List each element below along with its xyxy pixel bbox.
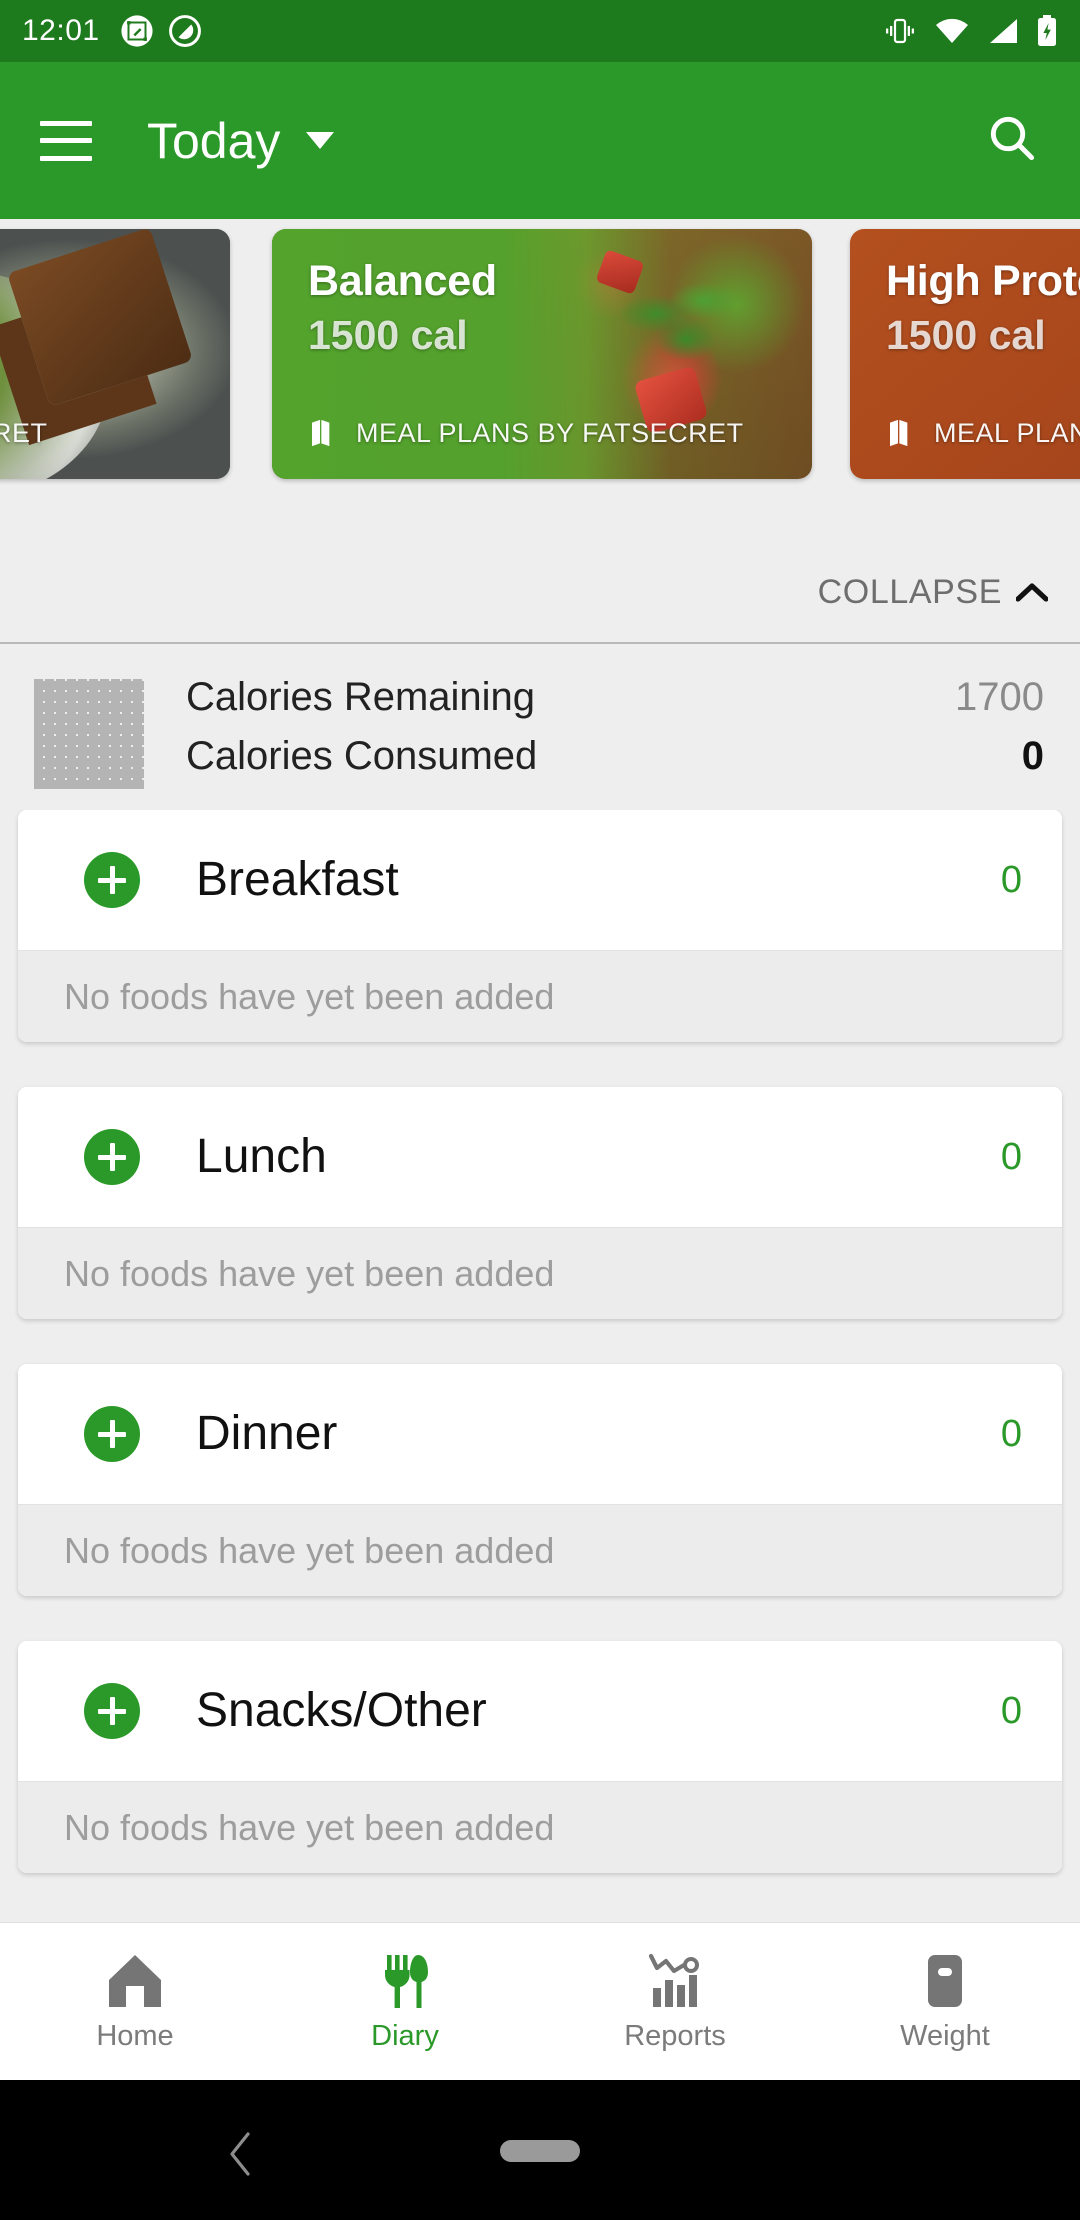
- android-navigation-bar: [0, 2080, 1080, 2220]
- cellular-signal-icon: [990, 19, 1017, 43]
- plus-icon[interactable]: [84, 1406, 140, 1462]
- collapse-label: COLLAPSE: [817, 572, 1002, 611]
- meal-plan-footer: MEAL PLANS: [886, 417, 1080, 449]
- nav-label: Weight: [900, 2020, 990, 2052]
- home-icon: [109, 1955, 161, 2007]
- meal-plan-calories: 1500 cal: [886, 312, 1046, 359]
- nav-label: Diary: [371, 2020, 439, 2052]
- meal-list[interactable]: Breakfast 0 No foods have yet been added…: [0, 810, 1080, 1915]
- meal-card-dinner[interactable]: Dinner 0 No foods have yet been added: [18, 1364, 1062, 1596]
- chevron-down-icon[interactable]: [306, 132, 335, 149]
- nav-label: Home: [96, 2020, 174, 2052]
- map-icon: [312, 419, 330, 447]
- meal-card-header[interactable]: Snacks/Other 0: [18, 1641, 1062, 1781]
- bottom-navigation[interactable]: Home Diary Reports Weight: [0, 1922, 1080, 2080]
- meal-card-header[interactable]: Lunch 0: [18, 1087, 1062, 1227]
- plus-icon[interactable]: [84, 852, 140, 908]
- meal-card-header[interactable]: Dinner 0: [18, 1364, 1062, 1504]
- meal-plan-card[interactable]: an FATSECRET: [0, 229, 230, 479]
- meal-plan-footer-label: FATSECRET: [0, 418, 48, 448]
- cutlery-icon: [385, 1955, 428, 2008]
- meal-calories: 0: [1000, 1689, 1022, 1732]
- meal-calories: 0: [1000, 1135, 1022, 1178]
- status-bar: 12:01: [0, 0, 1080, 62]
- chevron-up-icon: [1016, 583, 1048, 602]
- meal-card-body: No foods have yet been added: [18, 950, 1062, 1042]
- calories-remaining-value: 1700: [955, 675, 1044, 719]
- nav-item-reports[interactable]: Reports: [540, 1923, 810, 2080]
- calorie-summary-row: Calories Remaining 1700: [186, 675, 1044, 734]
- meal-plan-footer: FATSECRET: [0, 418, 48, 449]
- battery-charging-icon: [1038, 15, 1056, 46]
- meal-card-breakfast[interactable]: Breakfast 0 No foods have yet been added: [18, 810, 1062, 1042]
- plus-icon[interactable]: [84, 1129, 140, 1185]
- meal-plan-card-content: an FATSECRET: [0, 229, 230, 479]
- meal-calories: 0: [1000, 1412, 1022, 1455]
- meal-plan-card[interactable]: Balanced 1500 cal MEAL PLANS BY FATSECRE…: [272, 229, 812, 479]
- meal-empty-text: No foods have yet been added: [64, 975, 555, 1017]
- search-icon[interactable]: [984, 110, 1040, 171]
- hamburger-menu-icon[interactable]: [40, 120, 92, 161]
- map-icon: [890, 419, 908, 447]
- status-bar-clock: 12:01: [22, 14, 100, 47]
- meal-plan-title: High Protein: [886, 257, 1080, 305]
- collapse-button[interactable]: COLLAPSE: [0, 555, 1080, 629]
- meal-plan-title: Balanced: [308, 257, 497, 305]
- nav-item-diary[interactable]: Diary: [270, 1923, 540, 2080]
- calorie-summary-row: Calories Consumed 0: [186, 734, 1044, 793]
- meal-plan-calories: 1500 cal: [308, 312, 468, 359]
- meal-card-snacks-other[interactable]: Snacks/Other 0 No foods have yet been ad…: [18, 1641, 1062, 1873]
- phone-screen: 12:01 Today RET Balanced 1500 cal MEAL P…: [0, 0, 1080, 2220]
- meal-plan-title: an: [0, 257, 230, 306]
- home-pill-indicator[interactable]: [500, 2140, 580, 2162]
- calories-remaining-label: Calories Remaining: [186, 675, 536, 719]
- meal-plan-card-content: High Protein 1500 cal MEAL PLANS: [850, 229, 1080, 479]
- meal-name: Snacks/Other: [196, 1684, 487, 1737]
- calorie-summary[interactable]: Calories Remaining 1700 Calories Consume…: [0, 653, 1080, 801]
- nav-item-home[interactable]: Home: [0, 1923, 270, 2080]
- meal-calories: 0: [1000, 858, 1022, 901]
- meal-name: Dinner: [196, 1407, 338, 1460]
- app-bar: Today: [0, 62, 1080, 219]
- meal-card-header[interactable]: Breakfast 0: [18, 810, 1062, 950]
- vibrate-icon: [886, 18, 914, 44]
- plus-icon[interactable]: [84, 1683, 140, 1739]
- page-title[interactable]: Today: [147, 116, 280, 166]
- meal-name: Breakfast: [196, 853, 399, 906]
- calorie-summary-rows: Calories Remaining 1700 Calories Consume…: [186, 675, 1044, 793]
- meal-empty-text: No foods have yet been added: [64, 1529, 555, 1571]
- nav-item-weight[interactable]: Weight: [810, 1923, 1080, 2080]
- meal-name: Lunch: [196, 1130, 327, 1183]
- wifi-icon: [936, 18, 968, 43]
- calories-consumed-value: 0: [1021, 734, 1044, 778]
- meal-card-lunch[interactable]: Lunch 0 No foods have yet been added: [18, 1087, 1062, 1319]
- status-bar-notification-icons: [120, 14, 202, 48]
- back-chevron-icon[interactable]: [222, 2130, 256, 2178]
- calories-consumed-label: Calories Consumed: [186, 734, 538, 778]
- placeholder-image-icon: [34, 679, 144, 789]
- meal-plan-card-content: Balanced 1500 cal MEAL PLANS BY FATSECRE…: [272, 229, 812, 479]
- meal-plan-footer-label: MEAL PLANS BY FATSECRET: [356, 417, 744, 448]
- meal-empty-text: No foods have yet been added: [64, 1806, 555, 1848]
- meal-card-body: No foods have yet been added: [18, 1227, 1062, 1319]
- meal-empty-text: No foods have yet been added: [64, 1252, 555, 1294]
- status-bar-system-icons: [883, 15, 1058, 47]
- meal-plan-footer: MEAL PLANS BY FATSECRET: [308, 417, 744, 449]
- screenshot-icon: [120, 15, 153, 47]
- section-divider: [0, 642, 1080, 644]
- scale-icon: [928, 1955, 962, 2007]
- meal-card-body: No foods have yet been added: [18, 1781, 1062, 1873]
- bar-chart-icon: [648, 1953, 699, 2007]
- do-not-disturb-icon: [168, 15, 201, 47]
- nav-label: Reports: [624, 2020, 726, 2052]
- meal-plan-footer-label: MEAL PLANS: [934, 417, 1080, 448]
- meal-card-body: No foods have yet been added: [18, 1504, 1062, 1596]
- meal-plan-card[interactable]: High Protein 1500 cal MEAL PLANS: [850, 229, 1080, 479]
